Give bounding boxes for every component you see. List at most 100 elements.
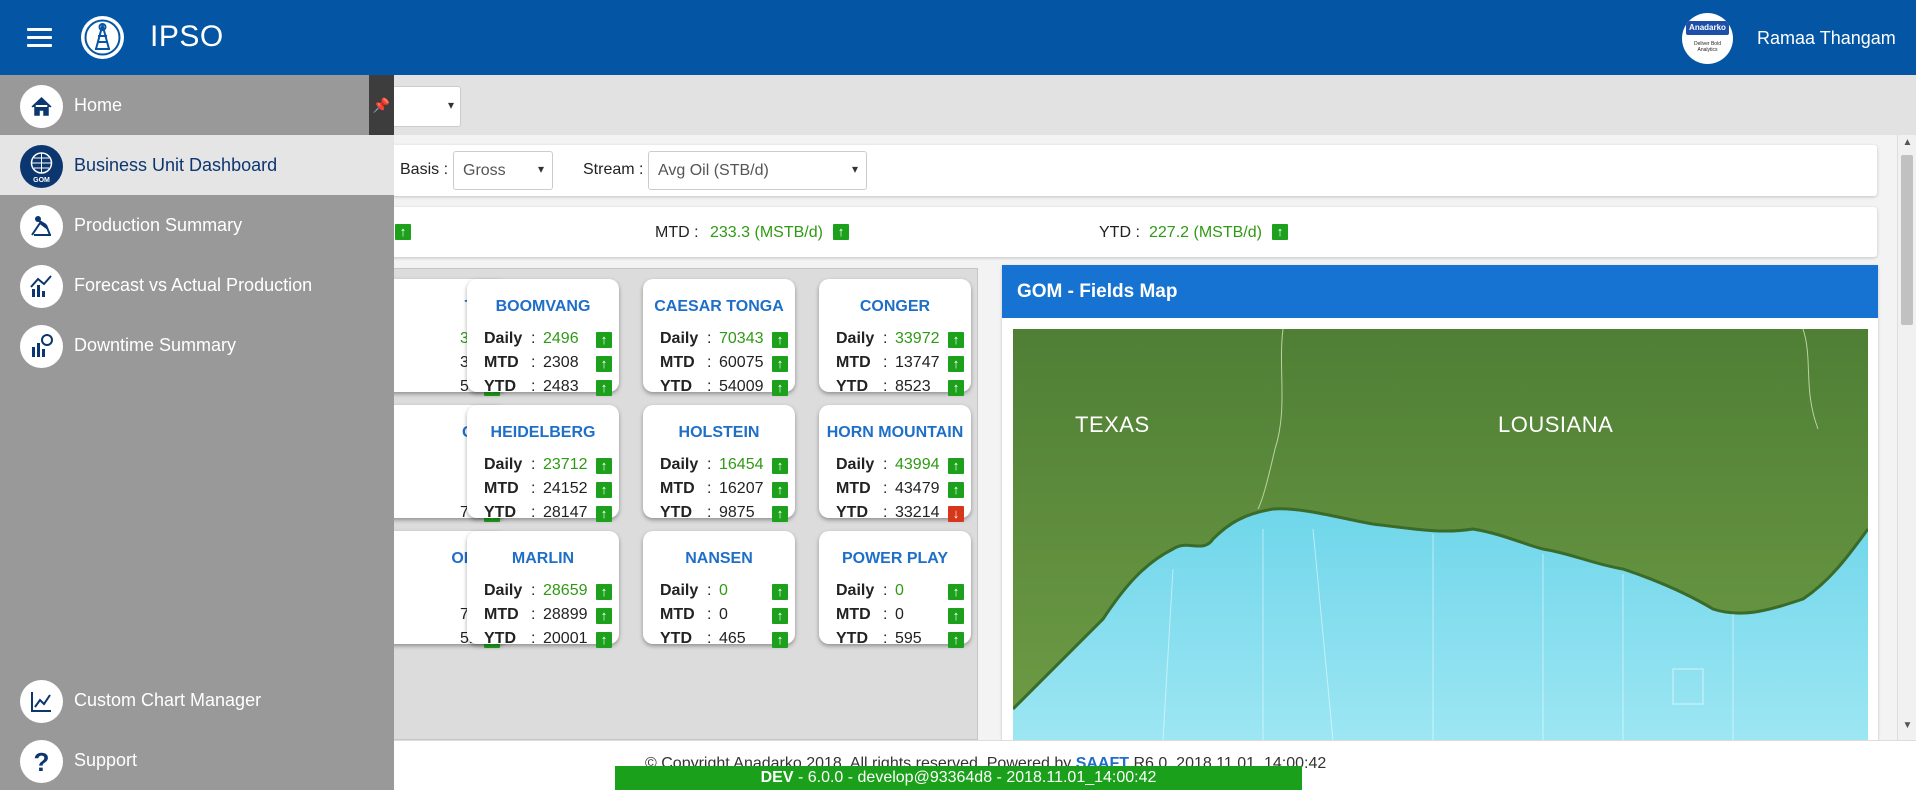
field-row-value: 465: [719, 630, 746, 647]
field-row-label: MTD: [836, 480, 871, 497]
trend-up-icon: ↑: [772, 608, 788, 624]
field-name[interactable]: CONGER: [819, 298, 971, 316]
app-title: IPSO: [150, 20, 224, 53]
field-name[interactable]: HOLSTEIN: [643, 424, 795, 442]
field-name[interactable]: HORN MOUNTAIN: [819, 424, 971, 442]
nav-item-downtime-summary[interactable]: Downtime Summary: [0, 315, 394, 375]
trend-up-icon: ↑: [772, 458, 788, 474]
field-row-separator: :: [531, 378, 536, 395]
field-row-value: 8523: [895, 378, 931, 395]
field-row-separator: :: [707, 630, 712, 647]
field-name[interactable]: POWER PLAY: [819, 550, 971, 568]
field-row-separator: :: [531, 504, 536, 521]
nav-item-business-unit-dashboard[interactable]: GOM Business Unit Dashboard: [0, 135, 394, 195]
trend-up-icon: ↑: [395, 224, 411, 240]
trend-up-icon: ↑: [948, 608, 964, 624]
field-row-label: Daily: [836, 456, 875, 473]
nav-item-support[interactable]: ? Support: [0, 730, 394, 790]
scroll-down-icon[interactable]: ▼: [1898, 720, 1916, 735]
field-row-value: 2308: [543, 354, 579, 371]
field-row-separator: :: [531, 330, 536, 347]
field-row-value: 24152: [543, 480, 588, 497]
mtd-value: 233.3 (MSTB/d): [710, 224, 823, 241]
field-row-label: Daily: [660, 330, 699, 347]
gom-icon: GOM: [20, 145, 63, 188]
field-card[interactable]: HOLSTEIN Daily:16454 ↑ MTD:16207 ↑ YTD:9875 ↑: [643, 405, 795, 522]
user-name[interactable]: Ramaa Thangam: [1757, 28, 1896, 49]
field-row-daily: Daily:43994 ↑: [836, 456, 964, 476]
fields-map[interactable]: TEXAS LOUSIANA: [1013, 329, 1868, 740]
field-row-separator: :: [531, 354, 536, 371]
field-name[interactable]: MARLIN: [467, 550, 619, 568]
field-row-separator: :: [883, 630, 888, 647]
field-name[interactable]: BOOMVANG: [467, 298, 619, 316]
field-row-separator: :: [883, 480, 888, 497]
field-row-value: 33972: [895, 330, 940, 347]
field-row-label: Daily: [484, 582, 523, 599]
nav-label-downtime-summary: Downtime Summary: [74, 335, 237, 355]
trend-up-icon: ↑: [596, 584, 612, 600]
scroll-thumb[interactable]: [1901, 155, 1913, 325]
trend-up-icon: ↑: [772, 632, 788, 648]
field-row-label: YTD: [484, 378, 516, 395]
field-name[interactable]: NANSEN: [643, 550, 795, 568]
field-card[interactable]: POWER PLAY Daily:0 ↑ MTD:0 ↑ YTD:595 ↑: [819, 531, 971, 648]
field-name[interactable]: HEIDELBERG: [467, 424, 619, 442]
field-row-ytd: YTD:465 ↑: [660, 630, 788, 650]
field-name[interactable]: CAESAR TONGA: [643, 298, 795, 316]
field-row-label: YTD: [484, 630, 516, 647]
field-row-separator: :: [883, 378, 888, 395]
field-card[interactable]: BOOMVANG Daily:2496 ↑ MTD:2308 ↑ YTD:2483 ↑: [467, 279, 619, 396]
trend-up-icon: ↑: [596, 632, 612, 648]
page-scrollbar[interactable]: ▲ ▼: [1897, 135, 1916, 740]
trend-up-icon: ↑: [948, 632, 964, 648]
stream-select[interactable]: Avg Oil (STB/d): [648, 151, 867, 190]
field-row-separator: :: [707, 480, 712, 497]
trend-up-icon: ↑: [596, 356, 612, 372]
field-row-label: MTD: [484, 480, 519, 497]
field-row-mtd: MTD:2308 ↑: [484, 354, 612, 374]
field-row-label: Daily: [836, 582, 875, 599]
field-row-mtd: MTD:24152 ↑: [484, 480, 612, 500]
help-icon: ?: [20, 740, 63, 783]
nav-item-forecast-vs-actual[interactable]: Forecast vs Actual Production: [0, 255, 394, 315]
field-card[interactable]: MARLIN Daily:28659 ↑ MTD:28899 ↑ YTD:20001 ↑: [467, 531, 619, 648]
field-row-value: 16454: [719, 456, 764, 473]
field-row-separator: :: [707, 354, 712, 371]
field-row-value: 13747: [895, 354, 940, 371]
field-row-value: 54009: [719, 378, 764, 395]
field-row-value: 28899: [543, 606, 588, 623]
basis-select[interactable]: Gross: [453, 151, 553, 190]
field-card[interactable]: HEIDELBERG Daily:23712 ↑ MTD:24152 ↑ YTD:2814…: [467, 405, 619, 522]
field-row-label: MTD: [660, 480, 695, 497]
field-row-ytd: YTD:9875 ↑: [660, 504, 788, 524]
field-row-value: 16207: [719, 480, 764, 497]
business-unit-select[interactable]: [392, 86, 461, 127]
trend-up-icon: ↑: [772, 506, 788, 522]
field-row-mtd: MTD:0 ↑: [836, 606, 964, 626]
user-avatar[interactable]: Anadarko Deliver Bold Analytics: [1682, 13, 1733, 64]
map-label-louisiana: LOUSIANA: [1498, 412, 1614, 437]
trend-up-icon: ↑: [948, 356, 964, 372]
trend-up-icon: ↑: [948, 332, 964, 348]
field-row-value: 0: [719, 582, 728, 599]
ipso-logo-icon[interactable]: [81, 16, 124, 59]
trend-up-icon: ↑: [596, 380, 612, 396]
production-icon: [20, 205, 63, 248]
field-row-daily: Daily:33972 ↑: [836, 330, 964, 350]
field-row-value: 9875: [719, 504, 755, 521]
field-card[interactable]: NANSEN Daily:0 ↑ MTD:0 ↑ YTD:465 ↑: [643, 531, 795, 648]
trend-up-icon: ↑: [772, 332, 788, 348]
field-row-daily: Daily:70343 ↑: [660, 330, 788, 350]
field-row-daily: Daily:2496 ↑: [484, 330, 612, 350]
field-card[interactable]: CONGER Daily:33972 ↑ MTD:13747 ↑ YTD:8523 ↑: [819, 279, 971, 396]
field-row-value: 28147: [543, 504, 588, 521]
scroll-up-icon[interactable]: ▲: [1898, 137, 1916, 152]
nav-item-production-summary[interactable]: Production Summary: [0, 195, 394, 255]
menu-icon[interactable]: [27, 28, 52, 48]
field-card[interactable]: HORN MOUNTAIN Daily:43994 ↑ MTD:43479 ↑ YTD:3…: [819, 405, 971, 522]
field-row-value: 0: [895, 582, 904, 599]
nav-item-home[interactable]: Home: [0, 75, 394, 135]
field-card[interactable]: CAESAR TONGA Daily:70343 ↑ MTD:60075 ↑ YTD:54…: [643, 279, 795, 396]
nav-item-custom-chart-manager[interactable]: Custom Chart Manager: [0, 670, 394, 730]
